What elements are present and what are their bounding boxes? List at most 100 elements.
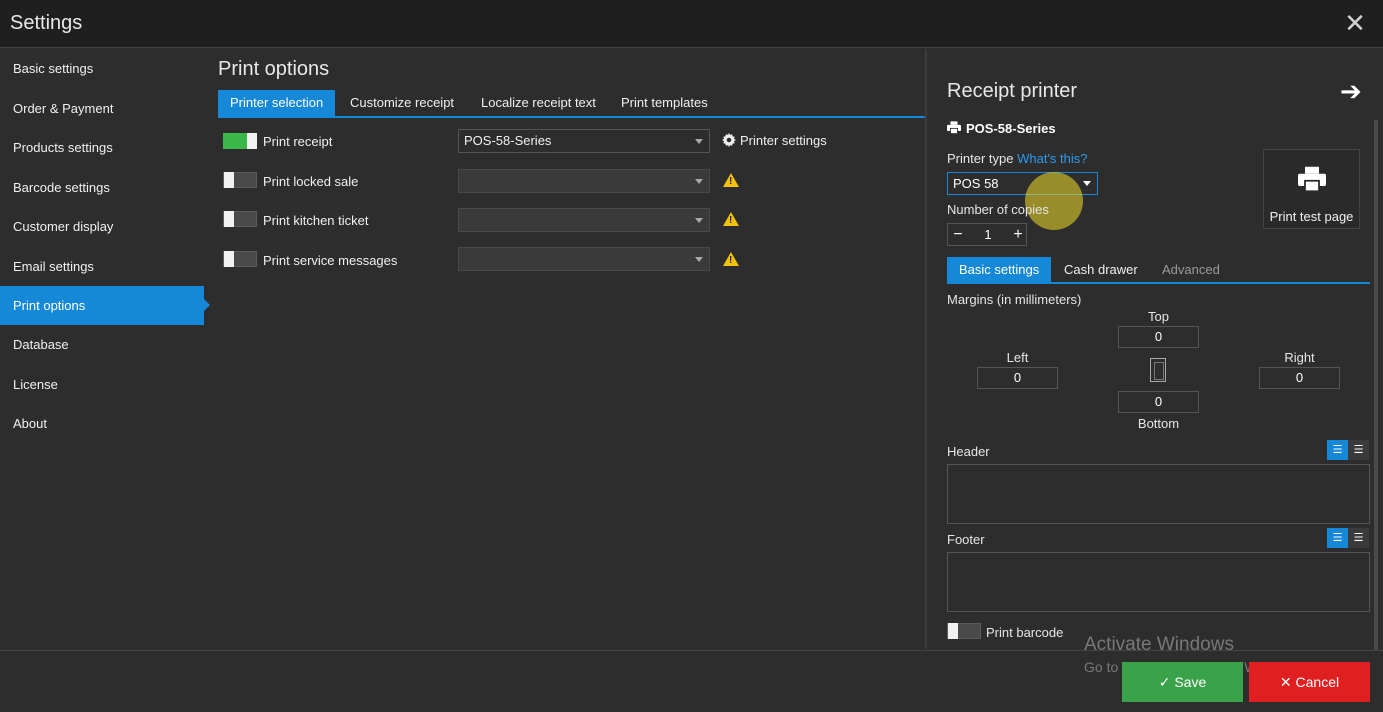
sidebar-item-order-payment[interactable]: Order & Payment bbox=[0, 89, 204, 128]
print-receipt-label: Print receipt bbox=[263, 134, 333, 149]
receipt-printer-tabs: Basic settings Cash drawer Advanced bbox=[947, 257, 1370, 284]
printer-name-text: POS-58-Series bbox=[966, 121, 1056, 136]
printer-type-label: Printer type What's this? bbox=[947, 151, 1088, 166]
margin-top-label: Top bbox=[1148, 309, 1169, 324]
align-left-icon[interactable]: ☰ bbox=[1327, 440, 1348, 460]
sidebar-item-barcode-settings[interactable]: Barcode settings bbox=[0, 168, 204, 207]
print-service-messages-label: Print service messages bbox=[263, 253, 398, 268]
print-service-messages-printer-select[interactable] bbox=[458, 247, 710, 271]
tab-advanced[interactable]: Advanced bbox=[1150, 257, 1232, 282]
print-kitchen-ticket-toggle[interactable] bbox=[223, 211, 257, 227]
printer-icon bbox=[1298, 166, 1326, 192]
print-barcode-label: Print barcode bbox=[986, 625, 1064, 640]
sidebar-item-email-settings[interactable]: Email settings bbox=[0, 247, 204, 286]
cancel-label: Cancel bbox=[1295, 674, 1340, 690]
tab-localize-receipt-text[interactable]: Localize receipt text bbox=[469, 90, 608, 116]
chevron-down-icon bbox=[1083, 181, 1091, 186]
print-barcode-toggle[interactable] bbox=[947, 623, 981, 639]
print-kitchen-ticket-printer-select[interactable] bbox=[458, 208, 710, 232]
check-icon: ✓ bbox=[1158, 674, 1171, 690]
chevron-down-icon bbox=[695, 257, 703, 262]
copies-stepper[interactable]: − 1 + bbox=[947, 223, 1027, 246]
tab-basic-settings[interactable]: Basic settings bbox=[947, 257, 1052, 282]
tab-customize-receipt[interactable]: Customize receipt bbox=[338, 90, 466, 116]
receipt-printer-title: Receipt printer bbox=[947, 80, 1078, 102]
selected-printer: POS-58-Series bbox=[464, 133, 552, 148]
sidebar-item-license[interactable]: License bbox=[0, 365, 204, 404]
printer-icon bbox=[947, 121, 961, 135]
margin-right-label: Right bbox=[1284, 350, 1315, 365]
chevron-down-icon bbox=[695, 179, 703, 184]
print-locked-sale-printer-select[interactable] bbox=[458, 169, 710, 193]
warning-icon: ! bbox=[723, 173, 739, 187]
tab-cash-drawer[interactable]: Cash drawer bbox=[1052, 257, 1150, 282]
sidebar-item-products-settings[interactable]: Products settings bbox=[0, 128, 204, 167]
copies-value[interactable]: 1 bbox=[968, 224, 1008, 245]
title-bar: Settings ✕ bbox=[0, 0, 1383, 48]
margin-left-input[interactable]: 0 bbox=[977, 367, 1058, 389]
right-panel-scrollbar[interactable] bbox=[1374, 120, 1378, 650]
tab-print-templates[interactable]: Print templates bbox=[609, 90, 720, 116]
gear-icon bbox=[722, 133, 736, 147]
print-receipt-toggle[interactable] bbox=[223, 133, 257, 149]
margin-bottom-label: Bottom bbox=[1137, 416, 1180, 431]
margin-right-input[interactable]: 0 bbox=[1259, 367, 1340, 389]
align-center-icon[interactable]: ☰ bbox=[1348, 528, 1369, 548]
sidebar-item-about[interactable]: About bbox=[0, 404, 204, 443]
align-left-icon[interactable]: ☰ bbox=[1327, 528, 1348, 548]
panel-divider bbox=[925, 49, 927, 649]
margin-bottom-input[interactable]: 0 bbox=[1118, 391, 1199, 413]
close-icon[interactable]: ✕ bbox=[1340, 8, 1370, 38]
printer-settings-label: Printer settings bbox=[740, 133, 827, 148]
page-icon bbox=[1150, 358, 1166, 382]
footer-label: Footer bbox=[947, 532, 985, 547]
header-textarea[interactable] bbox=[947, 464, 1370, 524]
activate-windows-title: Activate Windows bbox=[1084, 634, 1234, 655]
main-tabs: Printer selection Customize receipt Loca… bbox=[218, 90, 925, 118]
margin-top-input[interactable]: 0 bbox=[1118, 326, 1199, 348]
print-kitchen-ticket-label: Print kitchen ticket bbox=[263, 213, 369, 228]
whats-this-link[interactable]: What's this? bbox=[1017, 151, 1087, 166]
save-button[interactable]: ✓ Save bbox=[1122, 662, 1243, 702]
page-title: Print options bbox=[218, 58, 330, 80]
print-locked-sale-toggle[interactable] bbox=[223, 172, 257, 188]
align-center-icon[interactable]: ☰ bbox=[1348, 440, 1369, 460]
warning-icon: ! bbox=[723, 212, 739, 226]
printer-name: POS-58-Series bbox=[947, 121, 1056, 136]
cancel-button[interactable]: ✕ Cancel bbox=[1249, 662, 1370, 702]
number-of-copies-label: Number of copies bbox=[947, 202, 1049, 217]
margin-left-label: Left bbox=[1006, 350, 1029, 365]
margins-label: Margins (in millimeters) bbox=[947, 292, 1082, 307]
window-title: Settings bbox=[10, 12, 83, 34]
x-icon: ✕ bbox=[1279, 674, 1292, 690]
print-test-page-label: Print test page bbox=[1269, 209, 1354, 224]
print-test-page-button[interactable]: Print test page bbox=[1263, 149, 1360, 229]
chevron-down-icon bbox=[695, 139, 703, 144]
toggle-knob bbox=[224, 172, 234, 188]
footer-textarea[interactable] bbox=[947, 552, 1370, 612]
minus-icon[interactable]: − bbox=[948, 224, 968, 245]
toggle-knob bbox=[224, 211, 234, 227]
cursor-highlight bbox=[1025, 172, 1083, 230]
toggle-knob bbox=[224, 251, 234, 267]
print-receipt-printer-select[interactable]: POS-58-Series bbox=[458, 129, 710, 153]
header-label: Header bbox=[947, 444, 990, 459]
print-locked-sale-label: Print locked sale bbox=[263, 174, 359, 189]
printer-type-value: POS 58 bbox=[953, 176, 999, 191]
sidebar-item-basic-settings[interactable]: Basic settings bbox=[0, 49, 204, 88]
sidebar-item-print-options[interactable]: Print options bbox=[0, 286, 210, 325]
printer-settings-link[interactable]: Printer settings bbox=[722, 133, 827, 148]
sidebar-item-database[interactable]: Database bbox=[0, 325, 204, 364]
save-label: Save bbox=[1174, 674, 1207, 690]
plus-icon[interactable]: + bbox=[1008, 224, 1028, 245]
print-service-messages-toggle[interactable] bbox=[223, 251, 257, 267]
sidebar-item-customer-display[interactable]: Customer display bbox=[0, 207, 204, 246]
sidebar: Basic settings Order & Payment Products … bbox=[0, 49, 210, 649]
arrow-right-icon[interactable]: ➔ bbox=[1340, 76, 1362, 107]
printer-type-text: Printer type bbox=[947, 151, 1014, 166]
tab-printer-selection[interactable]: Printer selection bbox=[218, 90, 336, 116]
chevron-down-icon bbox=[695, 218, 703, 223]
warning-icon: ! bbox=[723, 252, 739, 266]
toggle-knob bbox=[948, 623, 958, 639]
toggle-knob bbox=[247, 133, 257, 149]
